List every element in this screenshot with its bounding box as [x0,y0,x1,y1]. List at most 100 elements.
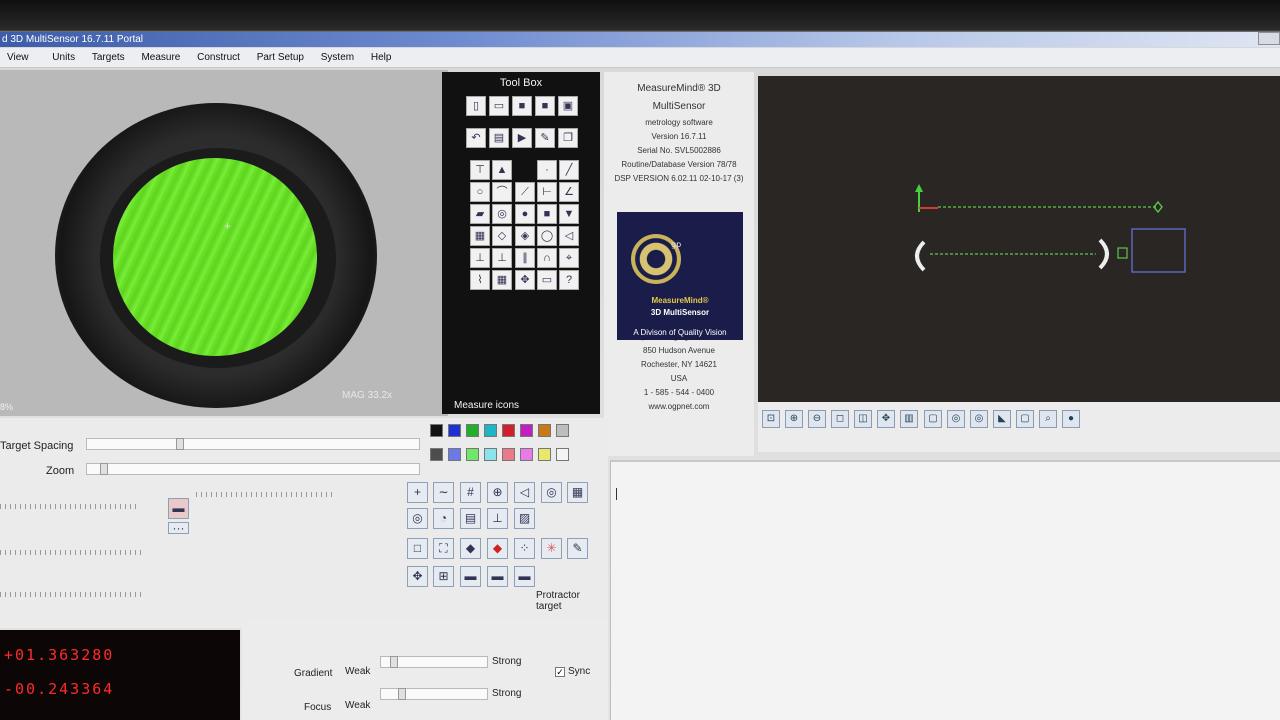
doc-target-icon[interactable]: ▨ [514,508,535,529]
menu-units[interactable]: Units [38,48,82,68]
angle-view-icon[interactable]: ◣ [993,410,1011,428]
color-cyan-swatch[interactable] [484,424,497,437]
move-target-icon[interactable]: ✥ [407,566,428,587]
light-slider-3[interactable] [0,592,144,597]
zoom-thumb[interactable] [100,463,108,475]
perpendicular-icon[interactable]: ⊥ [470,248,490,268]
scatter-target-icon[interactable]: ⁘ [514,538,535,559]
copy-icon[interactable]: ❐ [558,128,578,148]
lamp-menu-icon[interactable]: ··· [168,522,189,534]
star-target-icon[interactable]: ✳ [541,538,562,559]
run-icon[interactable]: ▶ [512,128,532,148]
target-red-icon[interactable]: ◎ [970,410,988,428]
layers-icon[interactable]: ▢ [1016,410,1034,428]
table-icon[interactable]: ▦ [492,270,512,290]
ring-icon[interactable]: ◯ [537,226,557,246]
corners-target-icon[interactable]: ⛶ [433,538,454,559]
color-bars-icon[interactable]: ▥ [900,410,918,428]
menu-targets[interactable]: Targets [85,48,132,68]
tangent-icon[interactable]: ◁ [559,226,579,246]
new-file-icon[interactable]: ▯ [466,96,486,116]
diamond-target-icon[interactable]: ◆ [460,538,481,559]
light-bulb-icon[interactable]: ● [1062,410,1080,428]
cube-icon[interactable]: ■ [537,204,557,224]
sphere-icon[interactable]: ● [515,204,535,224]
color-lightmagenta-swatch[interactable] [520,448,533,461]
target-spacing-thumb[interactable] [176,438,184,450]
bullseye-target-icon[interactable]: ◎ [541,482,562,503]
width-icon[interactable]: ⊢ [537,182,557,202]
view-iso-icon[interactable]: ◫ [854,410,872,428]
arc-icon[interactable]: ⌒ [492,182,512,202]
save-icon[interactable]: ■ [512,96,532,116]
line-icon[interactable]: ╱ [559,160,579,180]
help-icon[interactable]: ? [559,270,579,290]
menu-measure[interactable]: Measure [134,48,187,68]
step-icon[interactable]: ▤ [489,128,509,148]
image2-target-icon[interactable]: ▬ [487,566,508,587]
color-darkgray-swatch[interactable] [430,448,443,461]
menu-construct[interactable]: Construct [190,48,247,68]
menu-help[interactable]: Help [364,48,399,68]
zoom-in-icon[interactable]: ⊕ [785,410,803,428]
cylinder-icon[interactable]: ◎ [492,204,512,224]
gradient-thumb[interactable] [390,656,398,668]
color-blue-swatch[interactable] [448,424,461,437]
curve-icon[interactable]: ∩ [537,248,557,268]
export-icon[interactable]: ▣ [558,96,578,116]
datum-icon[interactable]: ⌖ [559,248,579,268]
plane-icon[interactable]: ▰ [470,204,490,224]
target-circle-icon[interactable]: ◎ [947,410,965,428]
search-icon[interactable]: ⌕ [1039,410,1057,428]
light-slider-1[interactable] [0,504,140,509]
color-magenta-swatch[interactable] [520,424,533,437]
pen-target-icon[interactable]: ✎ [567,538,588,559]
color-lightcyan-swatch[interactable] [484,448,497,461]
focus-tool-icon[interactable]: ▲ [492,160,512,180]
color-orange-swatch[interactable] [538,424,551,437]
red-diamond-target-icon[interactable]: ◆ [487,538,508,559]
gauge-target-icon[interactable]: ▤ [460,508,481,529]
menu-system[interactable]: System [314,48,361,68]
undo-icon[interactable]: ↶ [466,128,486,148]
save-as-icon[interactable]: ■ [535,96,555,116]
color-lightgreen-swatch[interactable] [466,448,479,461]
view-top-icon[interactable]: ◻ [831,410,849,428]
color-pink-swatch[interactable] [502,448,515,461]
axis-target-icon[interactable]: ⊥ [487,508,508,529]
color-red-swatch[interactable] [502,424,515,437]
grid-target-icon[interactable]: # [460,482,481,503]
protractor-target-icon[interactable]: ◔ [433,508,454,529]
image-target-icon[interactable]: ▬ [460,566,481,587]
color-lightblue-swatch[interactable] [448,448,461,461]
readout-icon[interactable]: ▭ [537,270,557,290]
square-target-icon[interactable]: □ [407,538,428,559]
focus-slider[interactable] [380,688,488,700]
lamp-icon[interactable]: ▬ [168,498,189,519]
distance-icon[interactable]: ⟋ [515,182,535,202]
move-icon[interactable]: ✥ [515,270,535,290]
scan-icon[interactable]: ⌇ [470,270,490,290]
color-gray-swatch[interactable] [556,424,569,437]
focus-thumb[interactable] [398,688,406,700]
color-yellow-swatch[interactable] [538,448,551,461]
grid-icon[interactable]: ▦ [470,226,490,246]
color-green-swatch[interactable] [466,424,479,437]
light-slider-2[interactable] [0,550,142,555]
menu-view[interactable]: View [0,48,36,68]
wave-target-icon[interactable]: ∼ [433,482,454,503]
cad-view[interactable] [758,76,1280,402]
color-white-swatch[interactable] [556,448,569,461]
profile-icon[interactable]: ◈ [515,226,535,246]
angle-icon[interactable]: ∠ [559,182,579,202]
slot-icon[interactable]: ◇ [492,226,512,246]
menu-part-setup[interactable]: Part Setup [250,48,311,68]
company-website[interactable]: www.ogpnet.com [604,400,754,414]
dense-grid-target-icon[interactable]: ▦ [567,482,588,503]
circle-icon[interactable]: ○ [470,182,490,202]
frame-target-icon[interactable]: ⊞ [433,566,454,587]
circle-cross-target-icon[interactable]: ⊕ [487,482,508,503]
zoom-fit-icon[interactable]: ⊡ [762,410,780,428]
angle-target-icon[interactable]: ◁ [514,482,535,503]
video-view[interactable]: + MAG 33.2x 8% [0,70,448,416]
